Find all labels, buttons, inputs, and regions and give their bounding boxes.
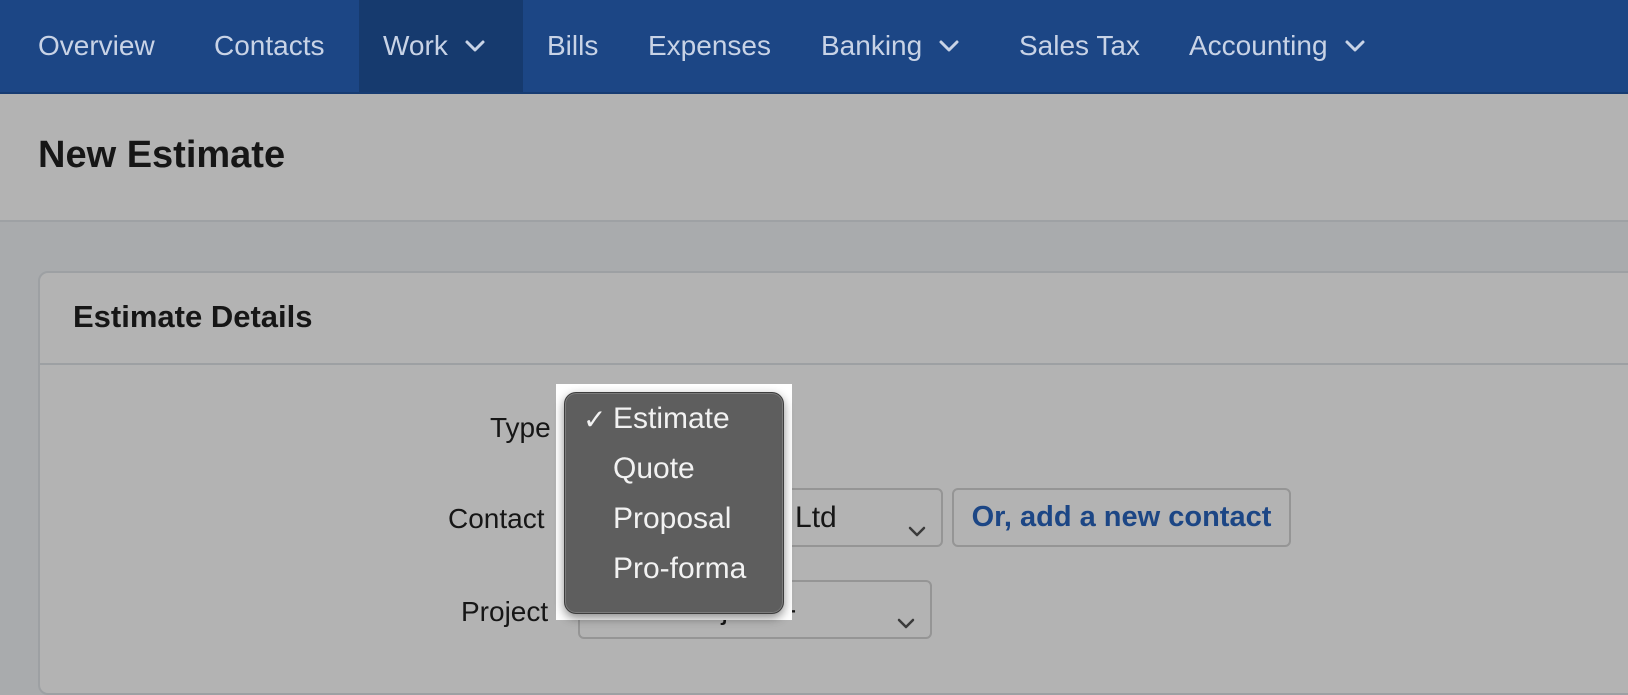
- nav-item-sales-tax[interactable]: Sales Tax: [1019, 0, 1140, 92]
- page-title: New Estimate: [38, 134, 286, 176]
- nav-item-label: Overview: [38, 30, 155, 61]
- add-new-contact-button[interactable]: Or, add a new contact: [952, 488, 1291, 547]
- dropdown-option-estimate[interactable]: ✓ Estimate: [565, 395, 783, 445]
- chevron-down-icon: [464, 39, 486, 53]
- chevron-down-icon: [907, 512, 927, 536]
- dropdown-option-label: Estimate: [613, 402, 730, 435]
- nav-item-overview[interactable]: Overview: [38, 0, 155, 92]
- type-label: Type: [490, 412, 551, 443]
- nav-item-label: Sales Tax: [1019, 30, 1140, 61]
- chevron-down-icon: [938, 39, 960, 53]
- card-title: Estimate Details: [73, 299, 313, 334]
- page-header: New Estimate: [0, 94, 1628, 222]
- chevron-down-icon: [1344, 39, 1366, 53]
- nav-item-label: Expenses: [648, 30, 771, 61]
- dropdown-option-label: Pro-forma: [613, 552, 747, 585]
- dropdown-option-proposal[interactable]: Proposal: [565, 495, 783, 545]
- dropdown-option-pro-forma[interactable]: Pro-forma: [565, 545, 783, 595]
- type-dropdown-menu: ✓ Estimate Quote Proposal Pro-forma: [564, 392, 784, 614]
- nav-item-label: Accounting: [1189, 30, 1328, 61]
- nav-item-label: Bills: [547, 30, 599, 61]
- chevron-down-icon: [896, 604, 916, 628]
- project-label: Project: [461, 596, 549, 627]
- dropdown-option-label: Quote: [613, 452, 695, 485]
- nav-item-expenses[interactable]: Expenses: [648, 0, 771, 92]
- nav-item-contacts[interactable]: Contacts: [214, 0, 325, 92]
- nav-item-label: Banking: [821, 30, 923, 61]
- dropdown-option-quote[interactable]: Quote: [565, 445, 783, 495]
- contact-label: Contact: [448, 503, 545, 534]
- nav-item-work[interactable]: Work: [359, 0, 523, 92]
- nav-item-label: Work: [383, 30, 448, 61]
- dropdown-option-label: Proposal: [613, 502, 732, 535]
- checkmark-icon: ✓: [583, 404, 607, 435]
- nav-item-banking[interactable]: Banking: [821, 0, 960, 92]
- nav-item-accounting[interactable]: Accounting: [1189, 0, 1366, 92]
- top-nav-bar: Overview Contacts Work Bills Expenses Ba…: [0, 0, 1628, 94]
- nav-item-bills[interactable]: Bills: [547, 0, 598, 92]
- card-header: Estimate Details: [40, 273, 1628, 365]
- nav-item-label: Contacts: [214, 30, 325, 61]
